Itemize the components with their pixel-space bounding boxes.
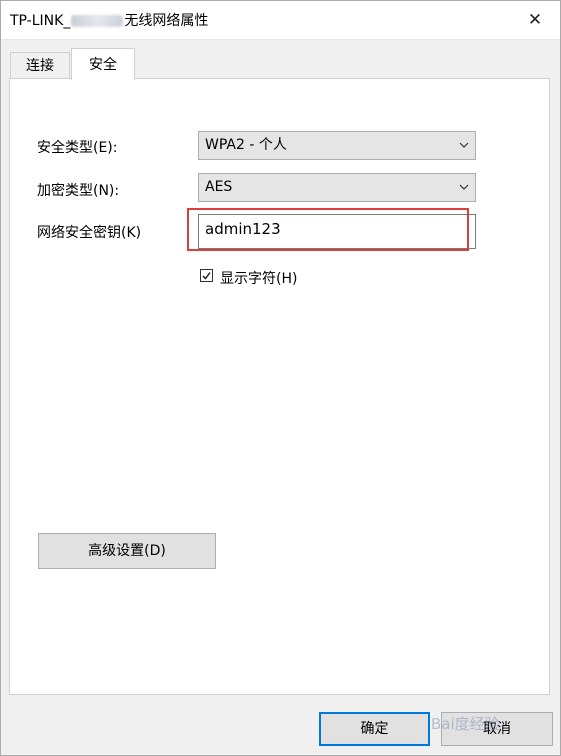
security-type-select[interactable]: WPA2 - 个人 [198, 131, 476, 160]
show-chars-checkbox[interactable] [200, 269, 213, 282]
title-suffix: 无线网络属性 [124, 13, 209, 29]
redacted-ssid [71, 15, 124, 27]
advanced-settings-button[interactable]: 高级设置(D) [38, 533, 216, 569]
ok-button[interactable]: 确定 [319, 712, 430, 746]
show-chars-label[interactable]: 显示字符(H) [220, 268, 297, 288]
window-title: TP-LINK_ 无线网络属性 [10, 10, 208, 30]
chevron-down-icon [459, 184, 469, 190]
encryption-type-select[interactable]: AES [198, 173, 476, 202]
title-prefix: TP-LINK_ [10, 13, 71, 29]
checkmark-icon [202, 272, 211, 280]
wireless-properties-dialog: TP-LINK_ 无线网络属性 ✕ 连接 安全 安全类型(E): WPA2 - 个… [0, 0, 561, 756]
security-type-label: 安全类型(E): [37, 140, 118, 156]
security-type-value: WPA2 - 个人 [205, 137, 287, 153]
network-key-label: 网络安全密钥(K) [37, 225, 142, 241]
close-icon[interactable]: ✕ [522, 7, 548, 33]
tab-security[interactable]: 安全 [71, 48, 135, 80]
network-key-input[interactable]: admin123 [198, 214, 476, 249]
chevron-down-icon [459, 142, 469, 148]
encryption-type-label: 加密类型(N): [37, 183, 120, 199]
tab-connection[interactable]: 连接 [10, 52, 70, 79]
encryption-type-value: AES [205, 179, 233, 195]
cancel-button[interactable]: 取消 [441, 712, 553, 746]
title-bar[interactable]: TP-LINK_ 无线网络属性 ✕ [1, 1, 560, 40]
security-tab-panel [9, 78, 550, 695]
